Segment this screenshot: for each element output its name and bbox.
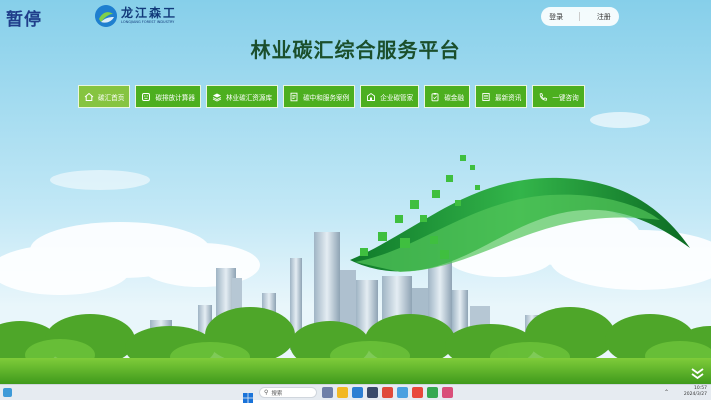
nav-item-label: 碳汇首页 <box>98 93 125 102</box>
windows-start-icon[interactable] <box>243 388 253 403</box>
system-clock[interactable]: 10:57 2024/3/27 <box>684 386 707 398</box>
nav-item-home[interactable]: 碳汇首页 <box>78 85 131 108</box>
nav-item-enterprise[interactable]: 企业碳管家 <box>360 85 420 108</box>
store-icon[interactable] <box>367 387 378 398</box>
auth-box: 登录 注册 <box>541 7 619 26</box>
main-nav: 碳汇首页 碳排放计算器 林业碳汇资源库 碳中和服务案例 企业碳管家 碳金融 最新… <box>78 85 585 108</box>
nav-item-label: 碳排放计算器 <box>155 93 195 102</box>
nav-item-label: 碳金融 <box>444 93 464 102</box>
widgets-icon[interactable] <box>3 388 12 397</box>
task-view-icon[interactable] <box>322 387 333 398</box>
tray-chevron-up-icon[interactable]: ⌃ <box>664 389 669 396</box>
logo-icon <box>95 5 117 27</box>
nav-item-calculator[interactable]: 碳排放计算器 <box>135 85 201 108</box>
taskbar: ⚲ 搜索 ⌃ 10:57 2024/3/27 <box>0 384 711 403</box>
nav-item-label: 企业碳管家 <box>380 93 414 102</box>
app-icon-pink[interactable] <box>442 387 453 398</box>
nav-item-cases[interactable]: 碳中和服务案例 <box>283 85 356 108</box>
nav-item-finance[interactable]: 碳金融 <box>424 85 470 108</box>
phone-icon <box>538 92 548 102</box>
clock-date: 2024/3/27 <box>683 392 707 397</box>
document-icon <box>289 92 299 102</box>
nav-item-label: 碳中和服务案例 <box>303 93 350 102</box>
taskbar-search[interactable]: ⚲ 搜索 <box>259 387 317 398</box>
logo: 龙江森工 LONGJIANG FOREST INDUSTRY <box>95 5 177 27</box>
taskbar-apps <box>322 387 453 398</box>
grass-field <box>0 358 711 384</box>
app-icon-red[interactable] <box>382 387 393 398</box>
nav-item-consult[interactable]: 一键咨询 <box>532 85 585 108</box>
app-icon-green[interactable] <box>427 387 438 398</box>
hero-scene: 暂停 龙江森工 LONGJIANG FOREST INDUSTRY 登录 注册 … <box>0 0 711 384</box>
building-icon <box>366 92 376 102</box>
scroll-down-icon[interactable] <box>689 366 706 380</box>
nav-item-resource-library[interactable]: 林业碳汇资源库 <box>205 85 279 108</box>
calculator-icon <box>141 92 151 102</box>
search-icon: ⚲ <box>264 389 269 396</box>
taskbar-search-placeholder: 搜索 <box>271 390 283 397</box>
pause-button[interactable]: 暂停 <box>6 5 42 30</box>
register-link[interactable]: 注册 <box>597 12 611 22</box>
chrome-icon[interactable] <box>412 387 423 398</box>
login-link[interactable]: 登录 <box>549 12 563 22</box>
edge-browser-icon[interactable] <box>352 387 363 398</box>
news-icon <box>481 92 491 102</box>
logo-text-en: LONGJIANG FOREST INDUSTRY <box>121 20 175 24</box>
nav-item-label: 最新资讯 <box>495 93 522 102</box>
logo-text-cn: 龙江森工 <box>121 6 178 20</box>
nav-item-news[interactable]: 最新资讯 <box>475 85 528 108</box>
file-explorer-icon[interactable] <box>337 387 348 398</box>
clipboard-icon <box>430 92 440 102</box>
layers-icon <box>212 92 222 102</box>
auth-divider <box>579 12 581 21</box>
nav-item-label: 林业碳汇资源库 <box>225 93 273 102</box>
page-title: 林业碳汇综合服务平台 <box>250 38 461 62</box>
nav-item-label: 一键咨询 <box>552 93 579 102</box>
home-icon <box>84 92 94 102</box>
app-icon-blue[interactable] <box>397 387 408 398</box>
